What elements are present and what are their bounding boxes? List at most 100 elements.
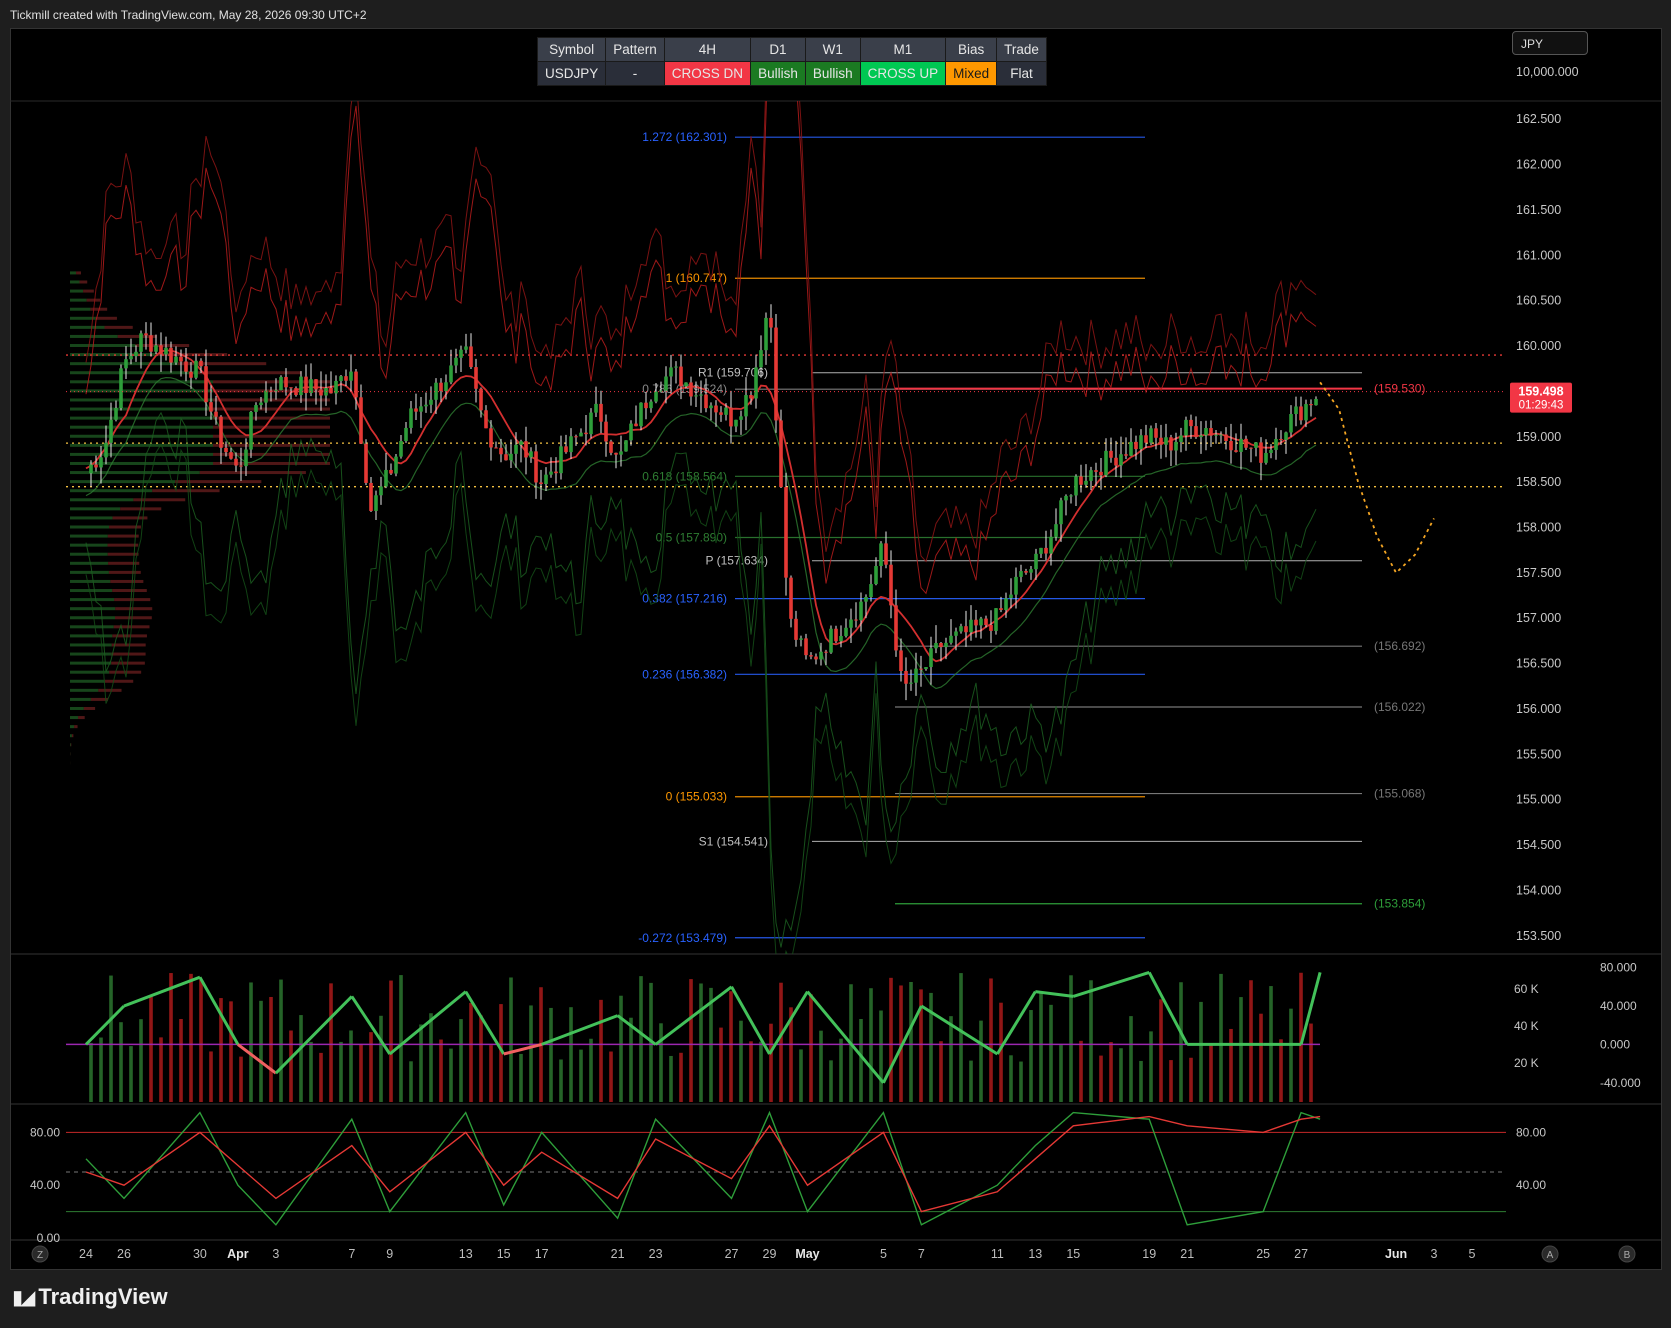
candle-body [464,346,468,350]
candle-body [1229,440,1233,451]
volume-bar [149,996,153,1102]
volume-bar [979,1020,983,1102]
candle-body [549,471,553,475]
volume-bar [609,1051,613,1102]
candle-body [154,345,158,352]
candle-body [904,670,908,684]
volume-profile-bar [70,434,213,438]
candle-body [224,447,228,453]
candle-body [719,412,723,415]
candle-body [389,469,393,474]
candle-body [1164,437,1168,445]
candle-body [794,618,798,640]
candle-body [314,379,318,390]
candle-body [559,446,563,474]
candle-body [1254,442,1258,448]
pivot-label: P (157.634) [706,554,769,568]
candle-body [214,411,218,417]
bollinger-band [85,443,1317,954]
volume-bar [579,1049,583,1102]
candle-body [339,376,343,381]
candle-body [709,405,713,409]
volume-profile-bar [114,616,152,620]
volume-bar [249,982,253,1102]
candle-body [259,402,263,406]
candle-body [454,357,458,366]
volume-bar [659,1023,663,1102]
candle-body [609,441,613,453]
price-axis-label: 157.000 [1516,611,1561,625]
volume-bar [1219,973,1223,1102]
candle-body [544,474,548,485]
volume-profile-bar [104,325,133,329]
candle-body [639,402,643,427]
chart-canvas[interactable]: 1.272 (162.301)1 (160.747)0.786 (159.524… [0,0,1671,1328]
volume-profile-bar [70,516,113,520]
candle-body [909,682,913,684]
candle-body [689,382,693,397]
time-axis-label: 7 [918,1247,925,1261]
volume-profile-bar [70,543,108,547]
volume-bar [1209,1043,1213,1102]
volume-bar [959,973,963,1102]
candle-body [889,564,893,606]
volume-bar [209,1051,213,1102]
volume-profile-bar [213,425,330,429]
oscillator-line-segment [541,1014,619,1046]
signal-header-w1: W1 [804,37,861,62]
candle-body [1169,437,1173,451]
volume-profile-bar [70,534,108,538]
fib-level-label: -0.272 (153.479) [638,931,727,945]
volume-profile-bar [70,325,105,329]
currency-selector[interactable]: JPY [1512,31,1588,55]
candle-body [979,618,983,626]
volume-bar [809,994,813,1102]
volume-profile-bar [70,498,134,502]
candle-body [1199,435,1203,438]
candle-body [764,317,768,351]
volume-axis-label: 40 K [1514,1019,1539,1033]
volume-bar [419,1024,423,1102]
volume-profile-bar [70,706,84,710]
volume-bar [1239,997,1243,1102]
candle-body [649,401,653,409]
volume-bar [879,1010,883,1102]
volume-bar [699,983,703,1102]
volume-bar [169,973,173,1102]
volume-bar [1139,1060,1143,1102]
price-axis-label: 159.000 [1516,430,1561,444]
volume-profile-bar [110,579,144,583]
volume-bar [189,973,193,1102]
candle-body [1079,476,1083,485]
zoom-axis-button-label: Z [37,1250,43,1261]
volume-bar [1279,1039,1283,1102]
volume-bar [489,1045,493,1102]
candle-body [969,619,973,633]
volume-profile-bar [70,489,153,493]
volume-profile-bar [86,298,101,302]
volume-bar [1309,1023,1313,1102]
target-level-label: (153.854) [1374,897,1425,911]
candle-body [714,405,718,413]
volume-bar [1059,1045,1063,1102]
volume-profile-bar [70,416,213,420]
candle-body [1154,428,1158,438]
oscillator-axis-label: 40.000 [1600,999,1637,1013]
candle-body [924,667,928,670]
volume-profile-bar [70,525,110,529]
candle-body [494,447,498,449]
candle-body [134,351,138,357]
volume-bar [299,1015,303,1102]
candle-body [1274,438,1278,450]
volume-bar [569,1007,573,1102]
volume-profile-bar [95,316,117,320]
volume-bar [619,995,623,1102]
signal-header-symbol: Symbol [536,37,607,62]
price-axis-label: 161.500 [1516,203,1561,217]
volume-bar [469,1002,473,1102]
candle-body [1224,434,1228,441]
volume-profile-bar [70,425,213,429]
candle-body [754,367,758,399]
candle-body [1259,442,1263,463]
candle-body [739,416,743,420]
